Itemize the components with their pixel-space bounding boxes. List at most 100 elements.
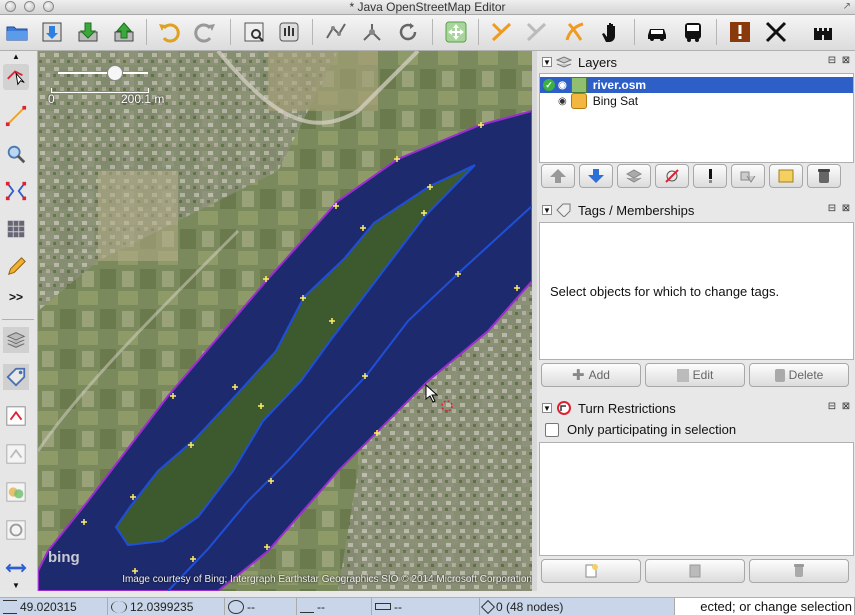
upload-button[interactable] (110, 18, 138, 46)
bus-preset-button[interactable] (679, 18, 707, 46)
imagery-attribution[interactable]: Image courtesy of Bing; Intergraph Earth… (38, 574, 532, 585)
layer-note-button[interactable] (769, 164, 803, 188)
validation-icon (6, 520, 26, 540)
wireframe-button[interactable] (322, 18, 350, 46)
turn-restriction-buttons (541, 559, 849, 583)
tools-preset-button[interactable] (762, 18, 790, 46)
field-patch (268, 51, 378, 111)
map-canvas[interactable] (38, 51, 532, 591)
move-layer-down-button[interactable] (579, 164, 613, 188)
collapse-turn-restrictions-button[interactable]: ▼ (542, 403, 552, 413)
relation-icon (6, 406, 26, 426)
tool-separator (2, 319, 34, 320)
close-panel-icon[interactable]: ⊠ (841, 56, 851, 66)
car-icon (648, 29, 666, 41)
combine-way-button[interactable] (523, 18, 551, 46)
collapse-tags-button[interactable]: ▼ (542, 205, 552, 215)
validation-toggle[interactable] (3, 517, 29, 543)
select-tool[interactable] (3, 64, 29, 90)
layer-row-bing-sat[interactable]: ◉ Bing Sat (540, 93, 853, 109)
pin-icon[interactable]: ⊟ (827, 56, 837, 66)
draw-line-icon (5, 105, 27, 127)
draw-way-icon (565, 22, 584, 41)
refresh-button[interactable] (394, 18, 422, 46)
magnifier-icon (7, 145, 26, 164)
layer-buttons (541, 164, 841, 188)
zoom-scale[interactable]: 0 200.1 m (48, 59, 168, 109)
scroll-down-arrow[interactable]: ▼ (12, 581, 20, 590)
fullscreen-icon[interactable]: ↗ (843, 1, 851, 12)
edit-turn-restriction-button[interactable] (645, 559, 745, 583)
pan-button[interactable] (597, 18, 625, 46)
no-turn-icon (557, 401, 571, 415)
pin-icon[interactable]: ⊟ (827, 204, 837, 214)
tags-panel-controls: ⊟ ⊠ (827, 204, 851, 214)
delete-tool[interactable] (3, 178, 29, 204)
more-tools-button[interactable]: >> (3, 284, 29, 310)
delete-tag-button[interactable]: Delete (749, 363, 849, 387)
undo-button[interactable] (154, 18, 182, 46)
close-panel-icon[interactable]: ⊠ (841, 402, 851, 412)
download-button[interactable] (74, 18, 102, 46)
layers-icon (556, 56, 572, 68)
merge-nodes-button[interactable] (358, 18, 386, 46)
add-tag-button[interactable]: ✚ Add (541, 363, 641, 387)
layers-toggle[interactable] (3, 327, 29, 353)
merge-layer-button[interactable] (617, 164, 651, 188)
conflict-toggle[interactable] (3, 479, 29, 505)
improve-way-tool[interactable] (3, 216, 29, 242)
layer-row-river-osm[interactable]: ✓ ◉ river.osm (540, 77, 853, 93)
active-layer-check-icon[interactable]: ✓ (543, 79, 555, 91)
draw-tool[interactable] (3, 103, 29, 129)
pin-icon[interactable]: ⊟ (827, 402, 837, 412)
visibility-eye-icon[interactable]: ◉ (558, 80, 567, 91)
only-participating-row[interactable]: Only participating in selection (545, 422, 736, 437)
zoom-tool[interactable] (3, 141, 29, 167)
history-toggle[interactable] (3, 555, 29, 581)
bing-logo: bing (48, 549, 80, 566)
selection-list-toggle[interactable] (3, 441, 29, 467)
trash-icon (794, 564, 804, 577)
selection-icon (480, 599, 496, 614)
layers-panel-header[interactable]: ▼ Layers ⊟ ⊠ (537, 52, 855, 72)
validate-button[interactable] (275, 18, 303, 46)
tags-panel-header[interactable]: ▼ Tags / Memberships ⊟ ⊠ (537, 200, 855, 220)
zoom-slider-track[interactable] (58, 72, 148, 74)
info-icon (709, 169, 712, 183)
scroll-up-arrow[interactable]: ▲ (12, 52, 20, 61)
redo-button[interactable] (192, 18, 220, 46)
angle-icon (300, 600, 314, 613)
delete-layer-button[interactable] (807, 164, 841, 188)
warning-preset-button[interactable] (726, 18, 754, 46)
move-layer-up-button[interactable] (541, 164, 575, 188)
duplicate-layer-button[interactable] (731, 164, 765, 188)
turn-restrictions-panel-header[interactable]: ▼ Turn Restrictions ⊟ ⊠ (537, 398, 855, 418)
collapse-layers-button[interactable]: ▼ (542, 57, 552, 67)
map-view[interactable]: 0 200.1 m bing Image courtesy of Bing; I… (38, 51, 532, 591)
car-preset-button[interactable] (643, 18, 671, 46)
close-panel-icon[interactable]: ⊠ (841, 204, 851, 214)
duplicate-layer-icon (740, 171, 756, 183)
relations-toggle[interactable] (3, 403, 29, 429)
draw-way-button[interactable] (561, 18, 589, 46)
open-file-button[interactable] (3, 18, 31, 46)
longitude-icon (111, 600, 127, 613)
download-icon (78, 22, 98, 42)
status-bar: 49.020315 12.0399235 -- -- -- 0 (48 node… (0, 597, 855, 615)
visibility-eye-icon[interactable]: ◉ (558, 96, 567, 107)
only-participating-checkbox[interactable] (545, 422, 559, 437)
save-button[interactable] (38, 18, 66, 46)
castle-preset-button[interactable] (809, 18, 837, 46)
preferences-button[interactable] (240, 18, 268, 46)
delete-turn-restriction-button[interactable] (749, 559, 849, 583)
split-way-button[interactable] (488, 18, 516, 46)
pencil-tool[interactable] (3, 254, 29, 280)
move-button[interactable] (442, 18, 470, 46)
layer-visibility-button[interactable] (655, 164, 689, 188)
layer-name: Bing Sat (592, 94, 639, 108)
layer-info-button[interactable] (693, 164, 727, 188)
new-turn-restriction-button[interactable] (541, 559, 641, 583)
tags-toggle[interactable] (3, 364, 29, 390)
zoom-slider-thumb[interactable] (107, 65, 123, 81)
edit-tag-button[interactable]: Edit (645, 363, 745, 387)
